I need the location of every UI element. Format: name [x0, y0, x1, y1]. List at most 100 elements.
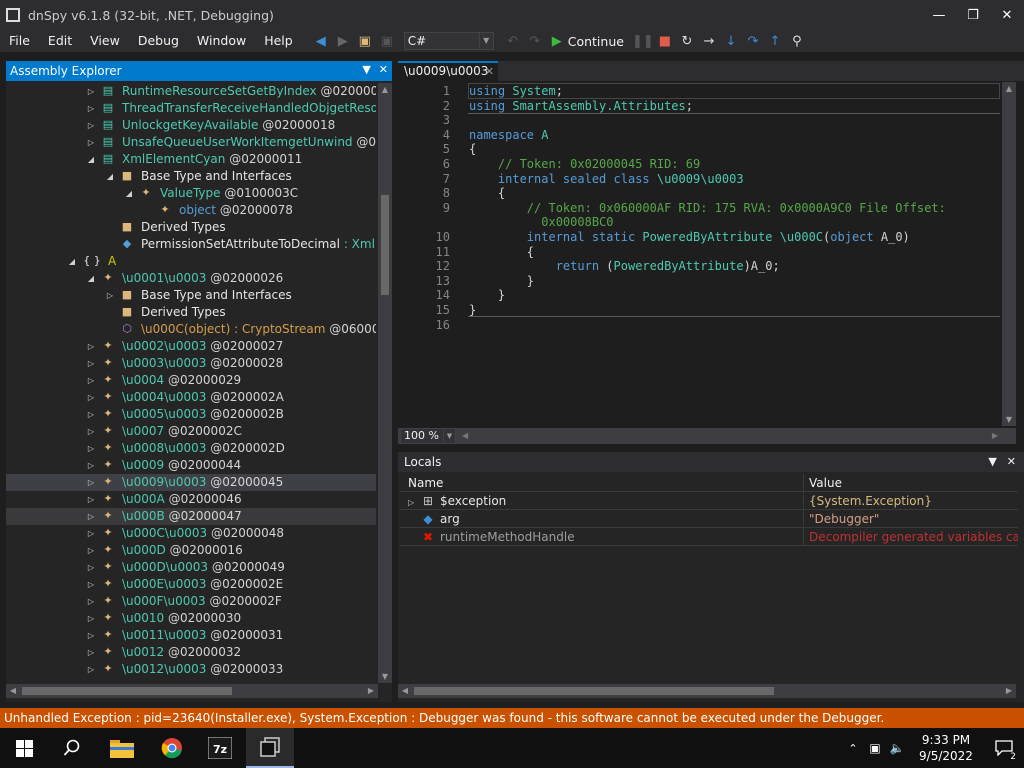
- tree-item[interactable]: ▷ ▤ RuntimeResourceSetGetByIndex @0200000B: [6, 83, 376, 100]
- menu-window[interactable]: Window: [188, 30, 255, 52]
- show-next-statement-icon[interactable]: →: [698, 30, 720, 52]
- panel-menu-icon[interactable]: ▼: [362, 63, 370, 76]
- locals-row[interactable]: ◆ arg "Debugger": [400, 510, 1018, 528]
- collapsed-arrow-icon[interactable]: ▷: [86, 423, 96, 440]
- collapsed-arrow-icon[interactable]: ▷: [86, 644, 96, 661]
- collapsed-arrow-icon[interactable]: ▷: [86, 440, 96, 457]
- search-button[interactable]: [48, 728, 96, 768]
- scroll-thumb[interactable]: [22, 687, 232, 695]
- tree-item[interactable]: ▷ ✦ \u0012 @02000032: [6, 644, 376, 661]
- collapsed-arrow-icon[interactable]: ▷: [86, 100, 96, 117]
- expanded-arrow-icon[interactable]: ◢: [86, 151, 96, 168]
- tree-item[interactable]: ▷ ✦ \u0004\u0003 @0200002A: [6, 389, 376, 406]
- search-icon[interactable]: ⚲: [786, 30, 808, 52]
- tree-item[interactable]: ◆ PermissionSetAttributeToDecimal : XmlEl…: [6, 236, 376, 253]
- explorer-vertical-scrollbar[interactable]: ▲ ▼: [378, 83, 392, 683]
- expanded-arrow-icon[interactable]: ◢: [105, 168, 115, 185]
- tree-item[interactable]: ▷ ✦ \u0008\u0003 @0200002D: [6, 440, 376, 457]
- step-over-icon[interactable]: ↷: [742, 30, 764, 52]
- play-icon[interactable]: ▶: [546, 30, 568, 52]
- collapsed-arrow-icon[interactable]: ▷: [86, 610, 96, 627]
- collapsed-arrow-icon[interactable]: ▷: [105, 287, 115, 304]
- tree-item[interactable]: ▷ ✦ \u000F\u0003 @0200002F: [6, 593, 376, 610]
- tree-item[interactable]: ▷ ✦ \u000D\u0003 @02000049: [6, 559, 376, 576]
- scroll-right-icon[interactable]: ▶: [1002, 684, 1016, 698]
- collapsed-arrow-icon[interactable]: ▷: [86, 542, 96, 559]
- menu-edit[interactable]: Edit: [39, 30, 81, 52]
- collapsed-arrow-icon[interactable]: ▷: [86, 508, 96, 525]
- collapsed-arrow-icon[interactable]: ▷: [86, 627, 96, 644]
- collapsed-arrow-icon[interactable]: ▷: [86, 525, 96, 542]
- dnspy-taskbar-button[interactable]: [246, 728, 294, 768]
- minimize-button[interactable]: —: [922, 0, 956, 30]
- tree-item[interactable]: ▷ ■ Base Type and Interfaces: [6, 287, 376, 304]
- tree-item[interactable]: ▷ ✦ \u000D @02000016: [6, 542, 376, 559]
- expanded-arrow-icon[interactable]: ◢: [86, 270, 96, 287]
- navigate-back-icon[interactable]: ◀: [310, 30, 332, 52]
- locals-row[interactable]: ✖ runtimeMethodHandle Decompiler generated…: [400, 528, 1018, 546]
- collapsed-arrow-icon[interactable]: ▷: [86, 338, 96, 355]
- editor-tab[interactable]: \u0009\u0003 ✕: [398, 61, 498, 81]
- scroll-left-icon[interactable]: ◀: [398, 684, 412, 698]
- menu-view[interactable]: View: [81, 30, 129, 52]
- assembly-tree[interactable]: ▷ ▤ RuntimeResourceSetGetByIndex @0200000B…: [6, 83, 376, 683]
- tree-item[interactable]: ▷ ✦ \u0005\u0003 @0200002B: [6, 406, 376, 423]
- scroll-thumb[interactable]: [414, 687, 774, 695]
- tree-item[interactable]: ▷ ▤ UnlockgetKeyAvailable @02000018: [6, 117, 376, 134]
- tree-item[interactable]: ■ Derived Types: [6, 219, 376, 236]
- stop-icon[interactable]: ■: [654, 30, 676, 52]
- collapsed-arrow-icon[interactable]: ▷: [86, 389, 96, 406]
- close-panel-icon[interactable]: ✕: [1007, 452, 1016, 472]
- scroll-down-icon[interactable]: ▼: [1002, 415, 1016, 424]
- collapsed-arrow-icon[interactable]: ▷: [86, 117, 96, 134]
- collapsed-arrow-icon[interactable]: ▷: [86, 134, 96, 151]
- collapsed-arrow-icon[interactable]: ▷: [86, 355, 96, 372]
- tree-item[interactable]: ⬡ \u000C(object) : CryptoStream @06000090: [6, 321, 376, 338]
- tree-item[interactable]: ▷ ▤ UnsafeQueueUserWorkItemgetUnwind @0200…: [6, 134, 376, 151]
- editor-vertical-scrollbar[interactable]: ▲ ▼: [1002, 82, 1016, 426]
- tree-item[interactable]: ▷ ✦ \u0011\u0003 @02000031: [6, 627, 376, 644]
- volume-icon[interactable]: 🔈: [886, 741, 908, 755]
- collapsed-arrow-icon[interactable]: ▷: [86, 576, 96, 593]
- chevron-up-icon[interactable]: ⌃: [842, 742, 864, 755]
- collapsed-arrow-icon[interactable]: ▷: [86, 559, 96, 576]
- collapsed-arrow-icon[interactable]: ▷: [86, 83, 96, 100]
- tree-item[interactable]: ▷ ✦ \u0009\u0003 @02000045: [6, 474, 376, 491]
- collapsed-arrow-icon[interactable]: ▷: [86, 372, 96, 389]
- collapsed-arrow-icon[interactable]: ▷: [86, 457, 96, 474]
- menu-help[interactable]: Help: [255, 30, 302, 52]
- close-panel-icon[interactable]: ✕: [379, 63, 388, 76]
- tree-item[interactable]: ▷ ✦ \u000B @02000047: [6, 508, 376, 525]
- tree-item[interactable]: ◢ ✦ ValueType @0100003C: [6, 185, 376, 202]
- collapsed-arrow-icon[interactable]: ▷: [86, 406, 96, 423]
- scroll-thumb[interactable]: [381, 195, 389, 295]
- undo-icon[interactable]: ↶: [502, 30, 524, 52]
- close-window-button[interactable]: ✕: [990, 0, 1024, 30]
- chrome-taskbar-button[interactable]: [148, 728, 196, 768]
- notification-center-button[interactable]: 2: [984, 728, 1024, 768]
- scroll-left-icon[interactable]: ◀: [6, 684, 20, 698]
- step-into-icon[interactable]: ↓: [720, 30, 742, 52]
- scroll-left-icon[interactable]: ◀: [462, 428, 468, 444]
- tree-item[interactable]: ▷ ✦ \u0007 @0200002C: [6, 423, 376, 440]
- scroll-down-icon[interactable]: ▼: [378, 672, 392, 681]
- tree-item[interactable]: ◢ ✦ \u0001\u0003 @02000026: [6, 270, 376, 287]
- network-icon[interactable]: ▣: [864, 741, 886, 755]
- tree-item[interactable]: ▷ ✦ \u000E\u0003 @0200002E: [6, 576, 376, 593]
- tree-item[interactable]: ▷ ✦ \u000A @02000046: [6, 491, 376, 508]
- tree-item[interactable]: ◢ ▤ XmlElementCyan @02000011: [6, 151, 376, 168]
- tree-item[interactable]: ▷ ✦ \u000C\u0003 @02000048: [6, 525, 376, 542]
- start-button[interactable]: [0, 728, 48, 768]
- scroll-right-icon[interactable]: ▶: [364, 684, 378, 698]
- tree-item[interactable]: ▷ ✦ \u0004 @02000029: [6, 372, 376, 389]
- maximize-button[interactable]: ❐: [956, 0, 990, 30]
- expanded-arrow-icon[interactable]: ◢: [124, 185, 134, 202]
- scroll-right-icon[interactable]: ▶: [992, 428, 998, 444]
- step-out-icon[interactable]: ↑: [764, 30, 786, 52]
- language-select[interactable]: C# ▼: [403, 32, 494, 50]
- collapsed-arrow-icon[interactable]: ▷: [86, 474, 96, 491]
- collapsed-arrow-icon[interactable]: ▷: [86, 491, 96, 508]
- open-folder-icon[interactable]: ▣: [354, 30, 376, 52]
- tree-item[interactable]: ▷ ✦ \u0009 @02000044: [6, 457, 376, 474]
- restart-icon[interactable]: ↻: [676, 30, 698, 52]
